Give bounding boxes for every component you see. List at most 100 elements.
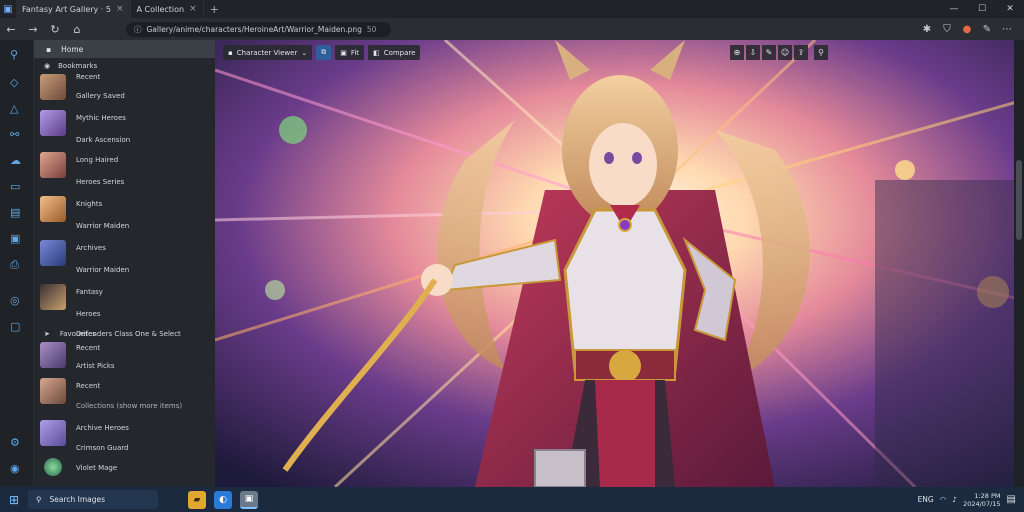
view-selector[interactable]: ▪ Character Viewer ⌄ bbox=[223, 45, 313, 60]
list-item[interactable]: Long Haired bbox=[76, 150, 118, 170]
fit-button-label: Fit bbox=[350, 48, 360, 57]
list-item[interactable]: Recent bbox=[76, 67, 100, 87]
avatar[interactable] bbox=[44, 458, 62, 476]
tag-icon[interactable]: ◇ bbox=[10, 76, 18, 89]
file-explorer-icon[interactable]: ▰ bbox=[188, 490, 206, 509]
layers-icon[interactable]: △ bbox=[10, 102, 18, 115]
viewer-scrollbar[interactable] bbox=[1014, 40, 1024, 487]
browser-toolbar: ← → ↻ ⌂ ⓘ Gallery/anime/characters/Heroi… bbox=[0, 18, 1024, 40]
list-item[interactable]: Collections (show more items) bbox=[76, 396, 182, 416]
share-icon[interactable]: ⇪ bbox=[794, 45, 808, 60]
notes-icon[interactable]: ✎ bbox=[980, 24, 994, 35]
list-item[interactable]: Archives bbox=[76, 238, 106, 258]
tab-gallery[interactable]: Fantasy Art Gallery · 5 × bbox=[16, 0, 131, 18]
title-bar: ▣ Fantasy Art Gallery · 5 × A Collection… bbox=[0, 0, 1024, 18]
avatar[interactable] bbox=[40, 342, 66, 368]
avatar[interactable] bbox=[40, 284, 66, 310]
close-icon[interactable]: × bbox=[116, 4, 124, 14]
list-item[interactable]: Dark Ascension bbox=[76, 130, 130, 150]
taskbar-search[interactable]: ⚲ Search Images bbox=[28, 490, 158, 509]
list-item-label: Collections (show more items) bbox=[76, 402, 183, 410]
list-item[interactable]: Warrior Maiden bbox=[76, 216, 129, 236]
crop-button[interactable]: ⧉ bbox=[316, 45, 332, 60]
explore-icon[interactable]: ⚲ bbox=[10, 48, 18, 61]
browser-icon[interactable]: ◐ bbox=[214, 490, 232, 509]
list-item[interactable]: Violet Mage bbox=[76, 458, 117, 478]
sticker-icon[interactable]: ☺ bbox=[778, 45, 792, 60]
minimize-icon[interactable]: — bbox=[940, 4, 968, 14]
pinned-apps: ▰ ◐ ▣ bbox=[188, 490, 258, 509]
avatar[interactable] bbox=[40, 240, 66, 266]
monitor-icon[interactable]: ▭ bbox=[10, 180, 20, 193]
compare-button[interactable]: ◧ Compare bbox=[368, 45, 421, 60]
wifi-icon[interactable]: ◠ bbox=[940, 495, 947, 504]
list-item[interactable]: Fantasy bbox=[76, 282, 103, 302]
avatar[interactable] bbox=[40, 152, 66, 178]
refresh-icon[interactable]: ↻ bbox=[44, 23, 66, 36]
search-icon: ⚲ bbox=[36, 495, 42, 504]
new-tab-icon[interactable]: + bbox=[204, 3, 225, 16]
avatar[interactable] bbox=[40, 74, 66, 100]
start-icon[interactable]: ⊞ bbox=[0, 493, 28, 507]
list-item[interactable]: Recent bbox=[76, 376, 100, 396]
list-item[interactable]: Heroes Series bbox=[76, 172, 124, 192]
save-icon[interactable]: ⇩ bbox=[746, 45, 760, 60]
list-item[interactable]: Heroes bbox=[76, 304, 101, 324]
globe-icon[interactable]: ◎ bbox=[10, 294, 20, 307]
avatar[interactable] bbox=[40, 420, 66, 446]
close-icon[interactable]: × bbox=[189, 4, 197, 14]
folder-icon[interactable]: ▢ bbox=[10, 320, 20, 333]
edit-icon[interactable]: ✎ bbox=[762, 45, 776, 60]
list-item[interactable]: Archive Heroes bbox=[76, 418, 129, 438]
print-icon[interactable]: ⎙ bbox=[10, 258, 19, 272]
image-viewer: ▪ Character Viewer ⌄ ⧉ ▣ Fit ◧ Compare ⊕… bbox=[215, 40, 1024, 487]
avatar[interactable] bbox=[40, 378, 66, 404]
tab-collection[interactable]: A Collection × bbox=[131, 0, 204, 18]
list-item-label: Archive Heroes bbox=[76, 424, 129, 432]
avatar[interactable] bbox=[40, 196, 66, 222]
zoom-icon[interactable]: ⊕ bbox=[730, 45, 744, 60]
list-item-label: Dark Ascension bbox=[76, 136, 131, 144]
menu-icon[interactable]: ⋯ bbox=[1000, 24, 1014, 35]
list-item[interactable]: Warrior Maiden bbox=[76, 260, 129, 280]
address-bar[interactable]: ⓘ Gallery/anime/characters/HeroineArt/Wa… bbox=[126, 21, 391, 37]
list-item[interactable]: Mythic Heroes bbox=[76, 108, 126, 128]
clock[interactable]: 1:28 PM 2024/07/15 bbox=[963, 492, 1000, 508]
list-item-label: Warrior Maiden bbox=[76, 222, 130, 230]
scroll-thumb[interactable] bbox=[1016, 160, 1022, 240]
pin-icon[interactable]: ⚲ bbox=[814, 45, 828, 60]
list-item-label: Fantasy bbox=[76, 288, 103, 296]
notifications-icon[interactable]: ▤ bbox=[1007, 494, 1016, 505]
list-item[interactable]: Gallery Saved bbox=[76, 86, 125, 106]
share-icon[interactable]: ⚯ bbox=[10, 128, 19, 141]
back-icon[interactable]: ← bbox=[0, 23, 22, 36]
extensions-icon[interactable]: ✱ bbox=[920, 24, 934, 35]
artwork-image bbox=[215, 40, 1024, 487]
tray-language[interactable]: ENG bbox=[918, 495, 934, 504]
book-icon[interactable]: ▤ bbox=[10, 206, 20, 219]
volume-icon[interactable]: ♪ bbox=[952, 495, 957, 504]
close-window-icon[interactable]: ✕ bbox=[996, 4, 1024, 14]
forward-icon[interactable]: → bbox=[22, 23, 44, 36]
list-item[interactable]: Artist Picks bbox=[76, 356, 115, 376]
maximize-icon[interactable]: ☐ bbox=[968, 4, 996, 14]
avatar[interactable] bbox=[40, 110, 66, 136]
home-icon[interactable]: ⌂ bbox=[66, 23, 88, 36]
grid-icon: ▪ bbox=[228, 48, 233, 57]
clock-date: 2024/07/15 bbox=[963, 499, 1001, 508]
shield-icon[interactable]: ⛉ bbox=[940, 24, 954, 35]
list-item[interactable]: Crimson Guard bbox=[76, 438, 128, 458]
list-item[interactable]: Knights bbox=[76, 194, 102, 214]
cloud-icon[interactable]: ☁ bbox=[10, 154, 21, 167]
fit-button[interactable]: ▣ Fit bbox=[335, 45, 365, 60]
account-icon[interactable]: ◉ bbox=[10, 462, 20, 475]
profile-icon[interactable]: ● bbox=[960, 24, 974, 35]
list-item-label: Knights bbox=[76, 200, 103, 208]
image-icon[interactable]: ▣ bbox=[10, 232, 20, 245]
viewer-app-icon[interactable]: ▣ bbox=[240, 490, 258, 509]
settings-icon[interactable]: ⚙ bbox=[10, 436, 20, 449]
list-item[interactable]: Recent bbox=[76, 338, 100, 358]
list-item-label: Warrior Maiden bbox=[76, 266, 130, 274]
list-item-label: Defenders Class One & Select bbox=[76, 330, 181, 338]
activity-rail: ⚲ ◇ △ ⚯ ☁ ▭ ▤ ▣ ⎙ ◎ ▢ ⚙ ◉ bbox=[0, 40, 34, 487]
